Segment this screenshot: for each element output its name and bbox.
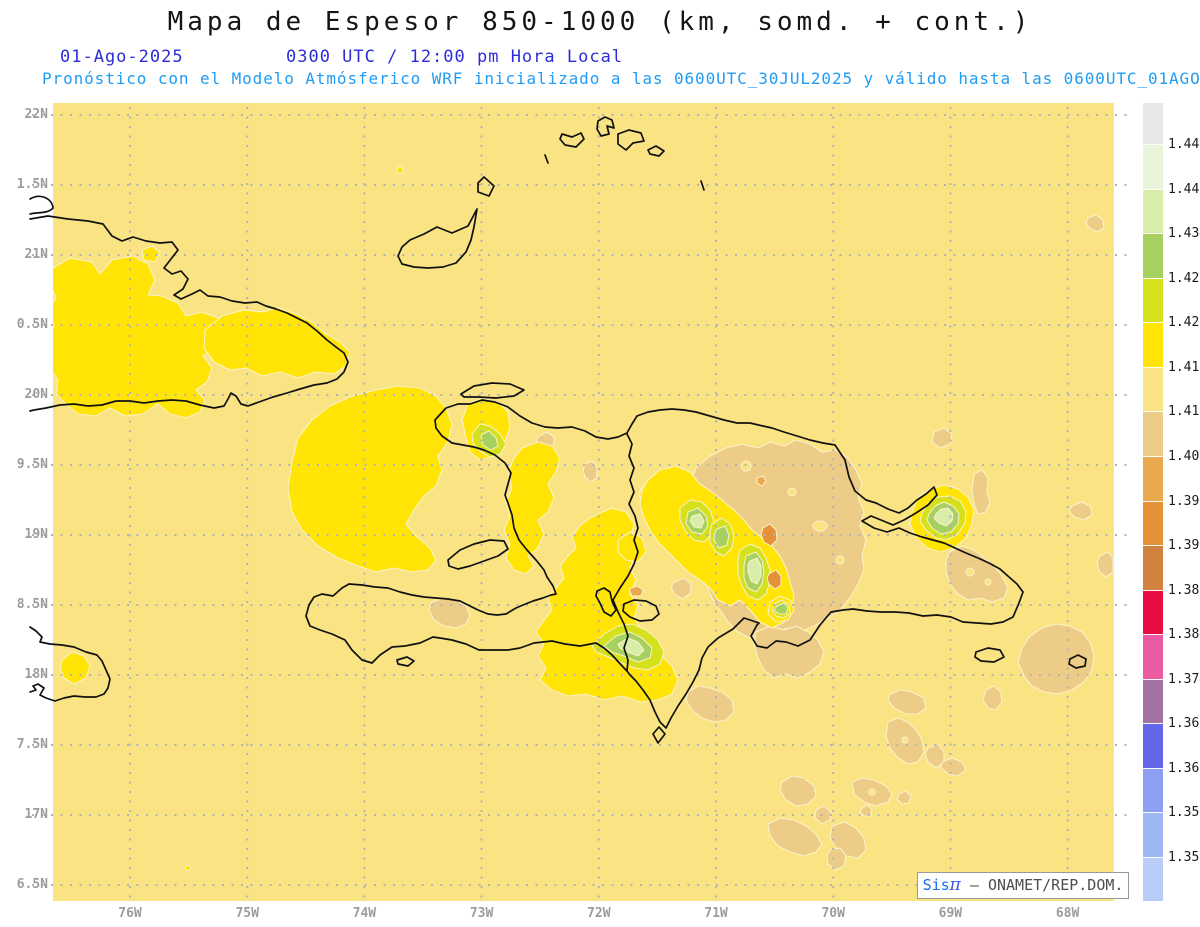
colorbar-segment <box>1143 546 1163 591</box>
colorbar-segment <box>1143 145 1163 190</box>
lat-tick-label: 9.5N <box>16 457 48 472</box>
colorbar-tick-label: 1.392 <box>1168 538 1200 554</box>
colorbar-tick-label: 1.428 <box>1168 270 1200 286</box>
subtitle-date: 01-Ago-2025 <box>60 47 184 67</box>
colorbar-segment <box>1143 367 1163 413</box>
lon-tick-label: 74W <box>352 906 377 921</box>
page-title: Mapa de Espesor 850-1000 (km, somd. + co… <box>167 7 1033 37</box>
colorbar-segment <box>1143 278 1163 324</box>
colorbar-tick-label: 1.35 <box>1168 850 1200 865</box>
colorbar-segment <box>1143 501 1163 547</box>
colorbar-tick-label: 1.362 <box>1168 760 1200 776</box>
branding-box: Sisπ – ONAMET/REP.DOM. <box>917 872 1129 899</box>
lon-tick-label: 69W <box>938 906 963 921</box>
lat-tick-label: 18N <box>24 667 48 682</box>
colorbar-tick-label: 1.446 <box>1168 137 1200 152</box>
colorbar-segment <box>1143 103 1163 145</box>
lon-tick-label: 68W <box>1055 906 1080 921</box>
colorbar-segment <box>1143 456 1163 502</box>
colorbar-segment <box>1143 858 1163 902</box>
lat-tick-label: 17N <box>24 807 48 822</box>
lon-tick-label: 71W <box>704 906 728 921</box>
colorbar-tick-label: 1.44 <box>1168 181 1200 197</box>
pi-symbol: π <box>949 875 961 895</box>
lat-tick-label: 7.5N <box>16 737 48 752</box>
colorbar-tick-label: 1.404 <box>1168 448 1200 464</box>
thickness-map-canvas <box>29 103 1133 905</box>
lat-tick-label: 22N <box>24 107 48 122</box>
subtitle-forecast-info: Pronóstico con el Modelo Atmósferico WRF… <box>42 69 1200 88</box>
lat-tick-label: 0.5N <box>16 317 48 332</box>
colorbar-segment <box>1143 590 1163 636</box>
branding-sis-label: Sis <box>922 876 950 894</box>
lat-tick-label: 1.5N <box>16 177 48 192</box>
contour-fill-layer <box>53 103 1114 901</box>
colorbar-segment <box>1143 679 1163 725</box>
lon-tick-label: 70W <box>821 906 845 921</box>
lon-tick-label: 76W <box>118 906 142 921</box>
colorbar-tick-label: 1.368 <box>1168 716 1200 732</box>
colorbar-tick-label: 1.398 <box>1168 493 1200 509</box>
lon-tick-label: 75W <box>235 906 259 921</box>
colorbar-segment <box>1143 189 1163 235</box>
colorbar-segment <box>1143 724 1163 769</box>
colorbar-segment <box>1143 323 1163 368</box>
colorbar-tick-label: 1.41 <box>1168 404 1200 420</box>
colorbar-tick-label: 1.386 <box>1168 582 1200 598</box>
colorbar-segment <box>1143 635 1163 680</box>
colorbar-segment <box>1143 813 1163 858</box>
colorbar-tick-label: 1.434 <box>1168 226 1200 242</box>
colorbar-tick-label: 1.356 <box>1168 805 1200 821</box>
colorbar-tick-label: 1.422 <box>1168 315 1200 331</box>
colorbar-segment <box>1143 412 1163 457</box>
colorbar-tick-label: 1.374 <box>1168 671 1200 687</box>
lat-tick-label: 8.5N <box>16 597 48 612</box>
lat-tick-label: 6.5N <box>16 877 48 892</box>
colorbar-segment <box>1143 234 1163 279</box>
lat-tick-label: 21N <box>24 247 48 262</box>
colorbar-segment <box>1143 768 1163 814</box>
cuba-coastline <box>29 195 54 215</box>
subtitle-valid-time: 0300 UTC / 12:00 pm Hora Local <box>286 47 624 67</box>
branding-agency-label: – ONAMET/REP.DOM. <box>960 876 1124 894</box>
colorbar-tick-label: 1.38 <box>1168 627 1200 643</box>
colorbar-tick-label: 1.416 <box>1168 359 1200 375</box>
lon-tick-label: 73W <box>469 906 494 921</box>
lat-tick-label: 20N <box>24 387 48 402</box>
lon-tick-label: 72W <box>587 906 611 921</box>
lat-tick-label: 19N <box>24 527 48 542</box>
